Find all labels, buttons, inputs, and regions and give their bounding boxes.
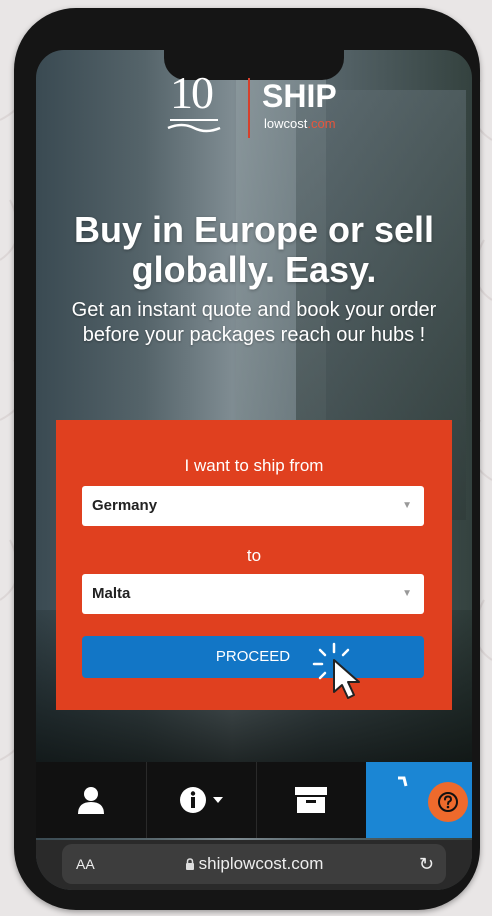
help-icon — [438, 792, 458, 812]
headline-line-1: Buy in Europe or sell — [73, 209, 435, 250]
logo-brand: SHIP — [262, 78, 337, 114]
lock-icon — [185, 858, 194, 870]
destination-country-value: Malta — [92, 585, 131, 602]
chevron-down-icon: ▼ — [402, 588, 412, 599]
user-icon — [78, 787, 104, 814]
browser-address-bar[interactable]: AA shiplowcost.com ↻ — [62, 844, 446, 884]
logo-divider — [248, 78, 250, 138]
logo-brand-sub: lowcost — [264, 116, 308, 131]
nav-orders[interactable] — [256, 762, 366, 838]
help-button[interactable] — [428, 782, 468, 822]
ship-from-label: I want to ship from — [184, 456, 324, 475]
logo-brand-subtitle: lowcost.com — [264, 116, 336, 131]
anniversary-ribbon-icon — [167, 119, 221, 133]
to-label: to — [246, 546, 262, 565]
bottom-navbar — [36, 762, 472, 838]
info-icon — [180, 787, 206, 813]
destination-country-select[interactable]: Malta ▼ — [82, 574, 424, 614]
pointer-cursor-icon — [312, 642, 360, 699]
headline-line-2: globally. Easy. — [131, 249, 377, 290]
site-logo[interactable]: 10 SHIP lowcost.com — [158, 70, 358, 160]
caret-down-icon — [213, 797, 223, 803]
nav-account[interactable] — [36, 762, 146, 838]
proceed-button[interactable]: PROCEED — [82, 636, 424, 678]
url-display: shiplowcost.com — [62, 844, 446, 884]
reload-icon[interactable]: ↻ — [419, 844, 434, 884]
cart-icon — [398, 776, 408, 787]
origin-country-select[interactable]: Germany ▼ — [82, 486, 424, 526]
anniversary-logo-number: 10 — [170, 67, 214, 118]
archive-box-icon — [295, 787, 327, 813]
hero-headline: Buy in Europe or sell globally. Easy. — [36, 210, 472, 290]
quote-form: I want to ship from Germany ▼ to Malta ▼… — [56, 420, 452, 710]
url-text: shiplowcost.com — [198, 854, 324, 873]
chevron-down-icon: ▼ — [402, 500, 412, 511]
phone-screen: 10 SHIP lowcost.com Buy in Europe or sel… — [36, 50, 472, 890]
hero-subtext: Get an instant quote and book your order… — [71, 299, 437, 346]
logo-brand-domain: .com — [307, 116, 336, 131]
origin-country-value: Germany — [92, 497, 158, 514]
nav-info-menu[interactable] — [146, 762, 256, 838]
